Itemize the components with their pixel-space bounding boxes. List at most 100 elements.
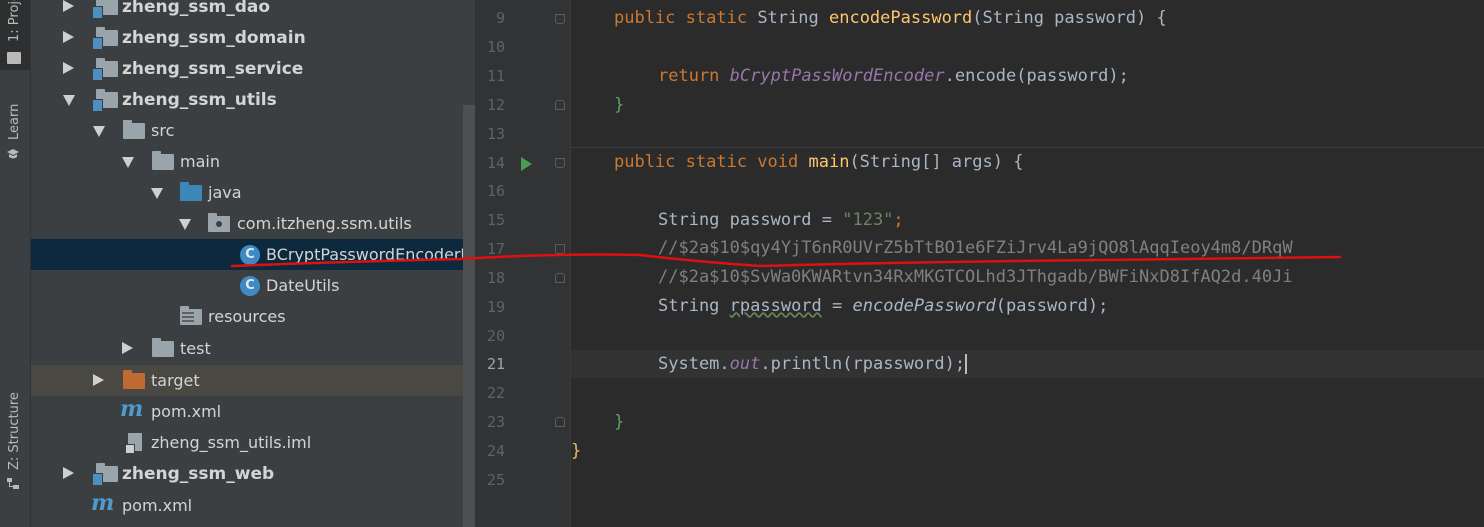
code-line-9[interactable]: public static String encodePassword(Stri… bbox=[614, 4, 1484, 32]
line-number: 17 bbox=[486, 240, 505, 258]
resources-folder-icon bbox=[180, 306, 202, 325]
tree-item-label: zheng_ssm_service bbox=[122, 59, 304, 79]
code-token: System. bbox=[658, 354, 730, 374]
tree-item-label: pom.xml bbox=[122, 496, 193, 515]
tree-item-java[interactable]: java bbox=[31, 177, 475, 208]
line-number: 19 bbox=[486, 298, 505, 316]
run-gutter-icon[interactable] bbox=[521, 157, 532, 171]
tree-item-zheng-ssm-domain[interactable]: zheng_ssm_domain bbox=[31, 22, 475, 53]
source-folder-icon bbox=[180, 182, 202, 201]
module-folder-icon bbox=[92, 58, 118, 81]
collapse-arrow-icon[interactable] bbox=[93, 126, 105, 137]
tree-item-iml[interactable]: zheng_ssm_utils.iml bbox=[31, 427, 475, 458]
tree-item-label: DateUtils bbox=[266, 276, 340, 295]
learn-tab-label: Learn bbox=[7, 103, 22, 140]
line-number: 20 bbox=[486, 327, 505, 345]
tree-item-resources[interactable]: resources bbox=[31, 301, 475, 332]
folder-icon bbox=[123, 120, 145, 139]
fold-marker-icon[interactable] bbox=[555, 14, 565, 24]
code-token: } bbox=[614, 412, 625, 432]
code-line-23[interactable]: } bbox=[614, 408, 1484, 436]
code-token: main bbox=[808, 152, 850, 172]
fold-marker-icon[interactable] bbox=[555, 100, 565, 110]
tree-scrollbar[interactable] bbox=[463, 105, 475, 527]
code-token: } bbox=[571, 441, 582, 461]
tree-item-test[interactable]: test bbox=[31, 333, 475, 364]
expand-arrow-icon[interactable] bbox=[63, 31, 74, 43]
tree-item-zheng-ssm-web[interactable]: zheng_ssm_web bbox=[31, 458, 475, 489]
collapse-arrow-icon[interactable] bbox=[63, 95, 75, 106]
tool-window-strip: 1: Project Learn Z: Structure bbox=[0, 0, 31, 527]
code-line-14[interactable]: public static void main(String[] args) { bbox=[614, 148, 1484, 176]
code-token: (String password) { bbox=[972, 8, 1167, 28]
tree-item-label: zheng_ssm_web bbox=[122, 464, 275, 484]
code-editor[interactable]: 9 10 11 12 13 14 15 17 18 19 20 21 22 23… bbox=[475, 0, 1484, 527]
tree-item-label: test bbox=[180, 339, 211, 358]
fold-marker-icon[interactable] bbox=[555, 158, 565, 168]
tree-item-target[interactable]: target bbox=[31, 365, 475, 396]
code-line-24[interactable]: } bbox=[571, 437, 1481, 465]
code-line-21[interactable]: System.out.println(rpassword); bbox=[658, 350, 1484, 378]
module-folder-icon bbox=[92, 463, 118, 486]
iml-file-icon bbox=[125, 433, 142, 454]
code-token: ; bbox=[893, 210, 904, 230]
java-class-icon: C bbox=[240, 276, 260, 296]
line-number: 24 bbox=[486, 442, 505, 460]
tree-item-label: com.itzheng.ssm.utils bbox=[237, 214, 412, 233]
code-line-17-comment[interactable]: //$2a$10$qy4YjT6nR0UVrZ5bTtBO1e6FZiJrv4L… bbox=[658, 234, 1484, 262]
tree-item-zheng-ssm-service[interactable]: zheng_ssm_service bbox=[31, 53, 475, 84]
fold-marker-icon[interactable] bbox=[555, 417, 565, 427]
fold-marker-icon[interactable] bbox=[555, 244, 565, 254]
structure-icon bbox=[7, 478, 19, 489]
code-line-18-comment[interactable]: //$2a$10$SvWa0KWARtvn34RxMKGTCOLhd3JThga… bbox=[658, 263, 1484, 291]
line-number: 25 bbox=[486, 471, 505, 489]
module-folder-icon bbox=[92, 89, 118, 112]
folder-icon bbox=[152, 151, 174, 170]
expand-arrow-icon[interactable] bbox=[122, 342, 133, 354]
code-token: String bbox=[757, 8, 819, 28]
code-token: (password); bbox=[995, 296, 1109, 316]
line-number: 13 bbox=[486, 125, 505, 143]
tree-item-package[interactable]: com.itzheng.ssm.utils bbox=[31, 208, 475, 239]
code-token: "123" bbox=[842, 210, 894, 230]
code-line-12[interactable]: } bbox=[614, 91, 1484, 119]
code-token: bCryptPassWordEncoder bbox=[729, 66, 945, 86]
tree-item-label: zheng_ssm_utils.iml bbox=[151, 433, 312, 452]
code-token: return bbox=[658, 66, 720, 86]
tree-item-label: zheng_ssm_domain bbox=[122, 28, 306, 48]
learn-tool-tab[interactable]: Learn bbox=[0, 96, 30, 176]
code-line-11[interactable]: return bCryptPassWordEncoder.encode(pass… bbox=[658, 62, 1484, 90]
tree-item-src[interactable]: src bbox=[31, 115, 475, 146]
tree-item-pom-xml[interactable]: m pom.xml bbox=[31, 396, 475, 427]
module-folder-icon bbox=[92, 0, 118, 19]
expand-arrow-icon[interactable] bbox=[63, 467, 74, 479]
tree-item-main[interactable]: main bbox=[31, 146, 475, 177]
line-number: 23 bbox=[486, 413, 505, 431]
code-token: String bbox=[658, 296, 730, 316]
tree-item-label: zheng_ssm_dao bbox=[122, 0, 271, 17]
line-number: 12 bbox=[486, 96, 505, 114]
collapse-arrow-icon[interactable] bbox=[151, 188, 163, 199]
code-token: = bbox=[821, 296, 853, 316]
expand-arrow-icon[interactable] bbox=[63, 62, 74, 74]
code-token: rpassword bbox=[729, 296, 822, 316]
tree-item-label: pom.xml bbox=[151, 402, 222, 421]
fold-marker-icon[interactable] bbox=[555, 273, 565, 283]
code-token: .println(rpassword); bbox=[760, 354, 966, 374]
code-token: public static void bbox=[614, 152, 799, 172]
tree-item-root-pom-xml[interactable]: m pom.xml bbox=[31, 490, 475, 521]
project-tool-tab[interactable]: 1: Project bbox=[0, 0, 30, 70]
tree-item-zheng-ssm-utils[interactable]: zheng_ssm_utils bbox=[31, 84, 475, 115]
collapse-arrow-icon[interactable] bbox=[122, 157, 134, 168]
java-class-icon: C bbox=[240, 245, 260, 265]
tree-item-zheng-ssm-dao[interactable]: zheng_ssm_dao bbox=[31, 0, 475, 22]
code-line-19[interactable]: String rpassword = encodePassword(passwo… bbox=[658, 292, 1484, 320]
tree-item-dateutils[interactable]: C DateUtils bbox=[31, 270, 475, 301]
expand-arrow-icon[interactable] bbox=[93, 374, 104, 386]
expand-arrow-icon[interactable] bbox=[63, 0, 74, 12]
structure-tool-tab[interactable]: Z: Structure bbox=[0, 368, 30, 493]
code-token: String password = bbox=[658, 210, 843, 230]
code-line-16[interactable]: String password = "123"; bbox=[658, 206, 1484, 234]
collapse-arrow-icon[interactable] bbox=[179, 219, 191, 230]
tree-item-bcrypt-utils[interactable]: C BCryptPasswordEncoderUtils bbox=[31, 239, 475, 270]
